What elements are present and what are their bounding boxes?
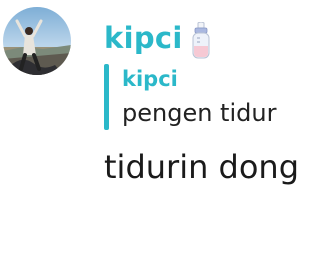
username[interactable]: kipci — [104, 18, 183, 58]
avatar[interactable] — [3, 7, 71, 75]
message-text: tidurin dong — [104, 148, 300, 186]
reply-author: kipci — [122, 67, 178, 91]
baby-bottle-icon — [188, 21, 214, 60]
reply-bar — [104, 64, 109, 130]
reply-quote[interactable]: kipci pengen tidur — [104, 62, 314, 133]
reply-text: pengen tidur — [122, 99, 277, 127]
avatar-photo-icon — [3, 7, 71, 75]
